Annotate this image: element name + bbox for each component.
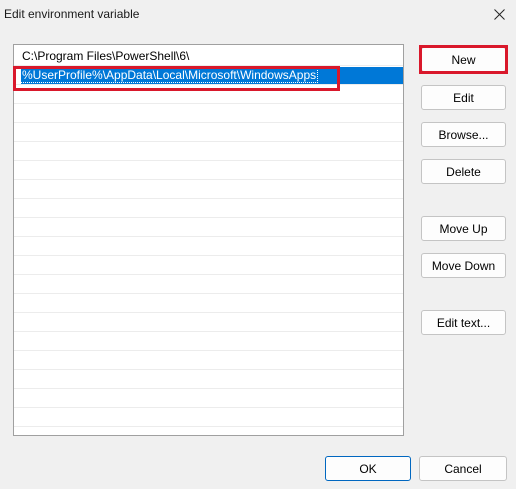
list-item-empty[interactable] xyxy=(14,294,403,313)
list-item-empty[interactable] xyxy=(14,408,403,427)
cancel-button[interactable]: Cancel xyxy=(419,456,507,481)
list-item-empty[interactable] xyxy=(14,218,403,237)
list-item-empty[interactable] xyxy=(14,237,403,256)
path-list[interactable]: C:\Program Files\PowerShell\6\ %UserProf… xyxy=(13,44,404,436)
list-item-empty[interactable] xyxy=(14,180,403,199)
close-button[interactable] xyxy=(482,0,516,28)
list-item[interactable]: C:\Program Files\PowerShell\6\ xyxy=(14,47,403,66)
list-item-empty[interactable] xyxy=(14,313,403,332)
move-up-button[interactable]: Move Up xyxy=(421,216,506,241)
edit-text-button[interactable]: Edit text... xyxy=(421,310,506,335)
close-icon xyxy=(493,8,505,20)
title-bar: Edit environment variable xyxy=(0,0,516,30)
list-item-empty[interactable] xyxy=(14,256,403,275)
list-item-empty[interactable] xyxy=(14,123,403,142)
edit-button[interactable]: Edit xyxy=(421,85,506,110)
ok-button[interactable]: OK xyxy=(325,456,411,481)
list-item-empty[interactable] xyxy=(14,332,403,351)
window-title: Edit environment variable xyxy=(4,7,140,21)
list-item-empty[interactable] xyxy=(14,104,403,123)
list-item-empty[interactable] xyxy=(14,351,403,370)
edit-environment-variable-dialog: Edit environment variable C:\Program Fil… xyxy=(0,0,516,489)
list-item-empty[interactable] xyxy=(14,85,403,104)
list-item-label-editing[interactable]: %UserProfile%\AppData\Local\Microsoft\Wi… xyxy=(19,68,319,83)
list-item-empty[interactable] xyxy=(14,199,403,218)
list-item-label: C:\Program Files\PowerShell\6\ xyxy=(22,49,190,63)
list-item-empty[interactable] xyxy=(14,142,403,161)
new-button[interactable]: New xyxy=(421,47,506,72)
list-item-empty[interactable] xyxy=(14,389,403,408)
list-item-empty[interactable] xyxy=(14,275,403,294)
list-item-selected[interactable]: %UserProfile%\AppData\Local\Microsoft\Wi… xyxy=(14,66,403,85)
list-item-empty[interactable] xyxy=(14,370,403,389)
delete-button[interactable]: Delete xyxy=(421,159,506,184)
move-down-button[interactable]: Move Down xyxy=(421,253,506,278)
list-item-empty[interactable] xyxy=(14,161,403,180)
browse-button[interactable]: Browse... xyxy=(421,122,506,147)
